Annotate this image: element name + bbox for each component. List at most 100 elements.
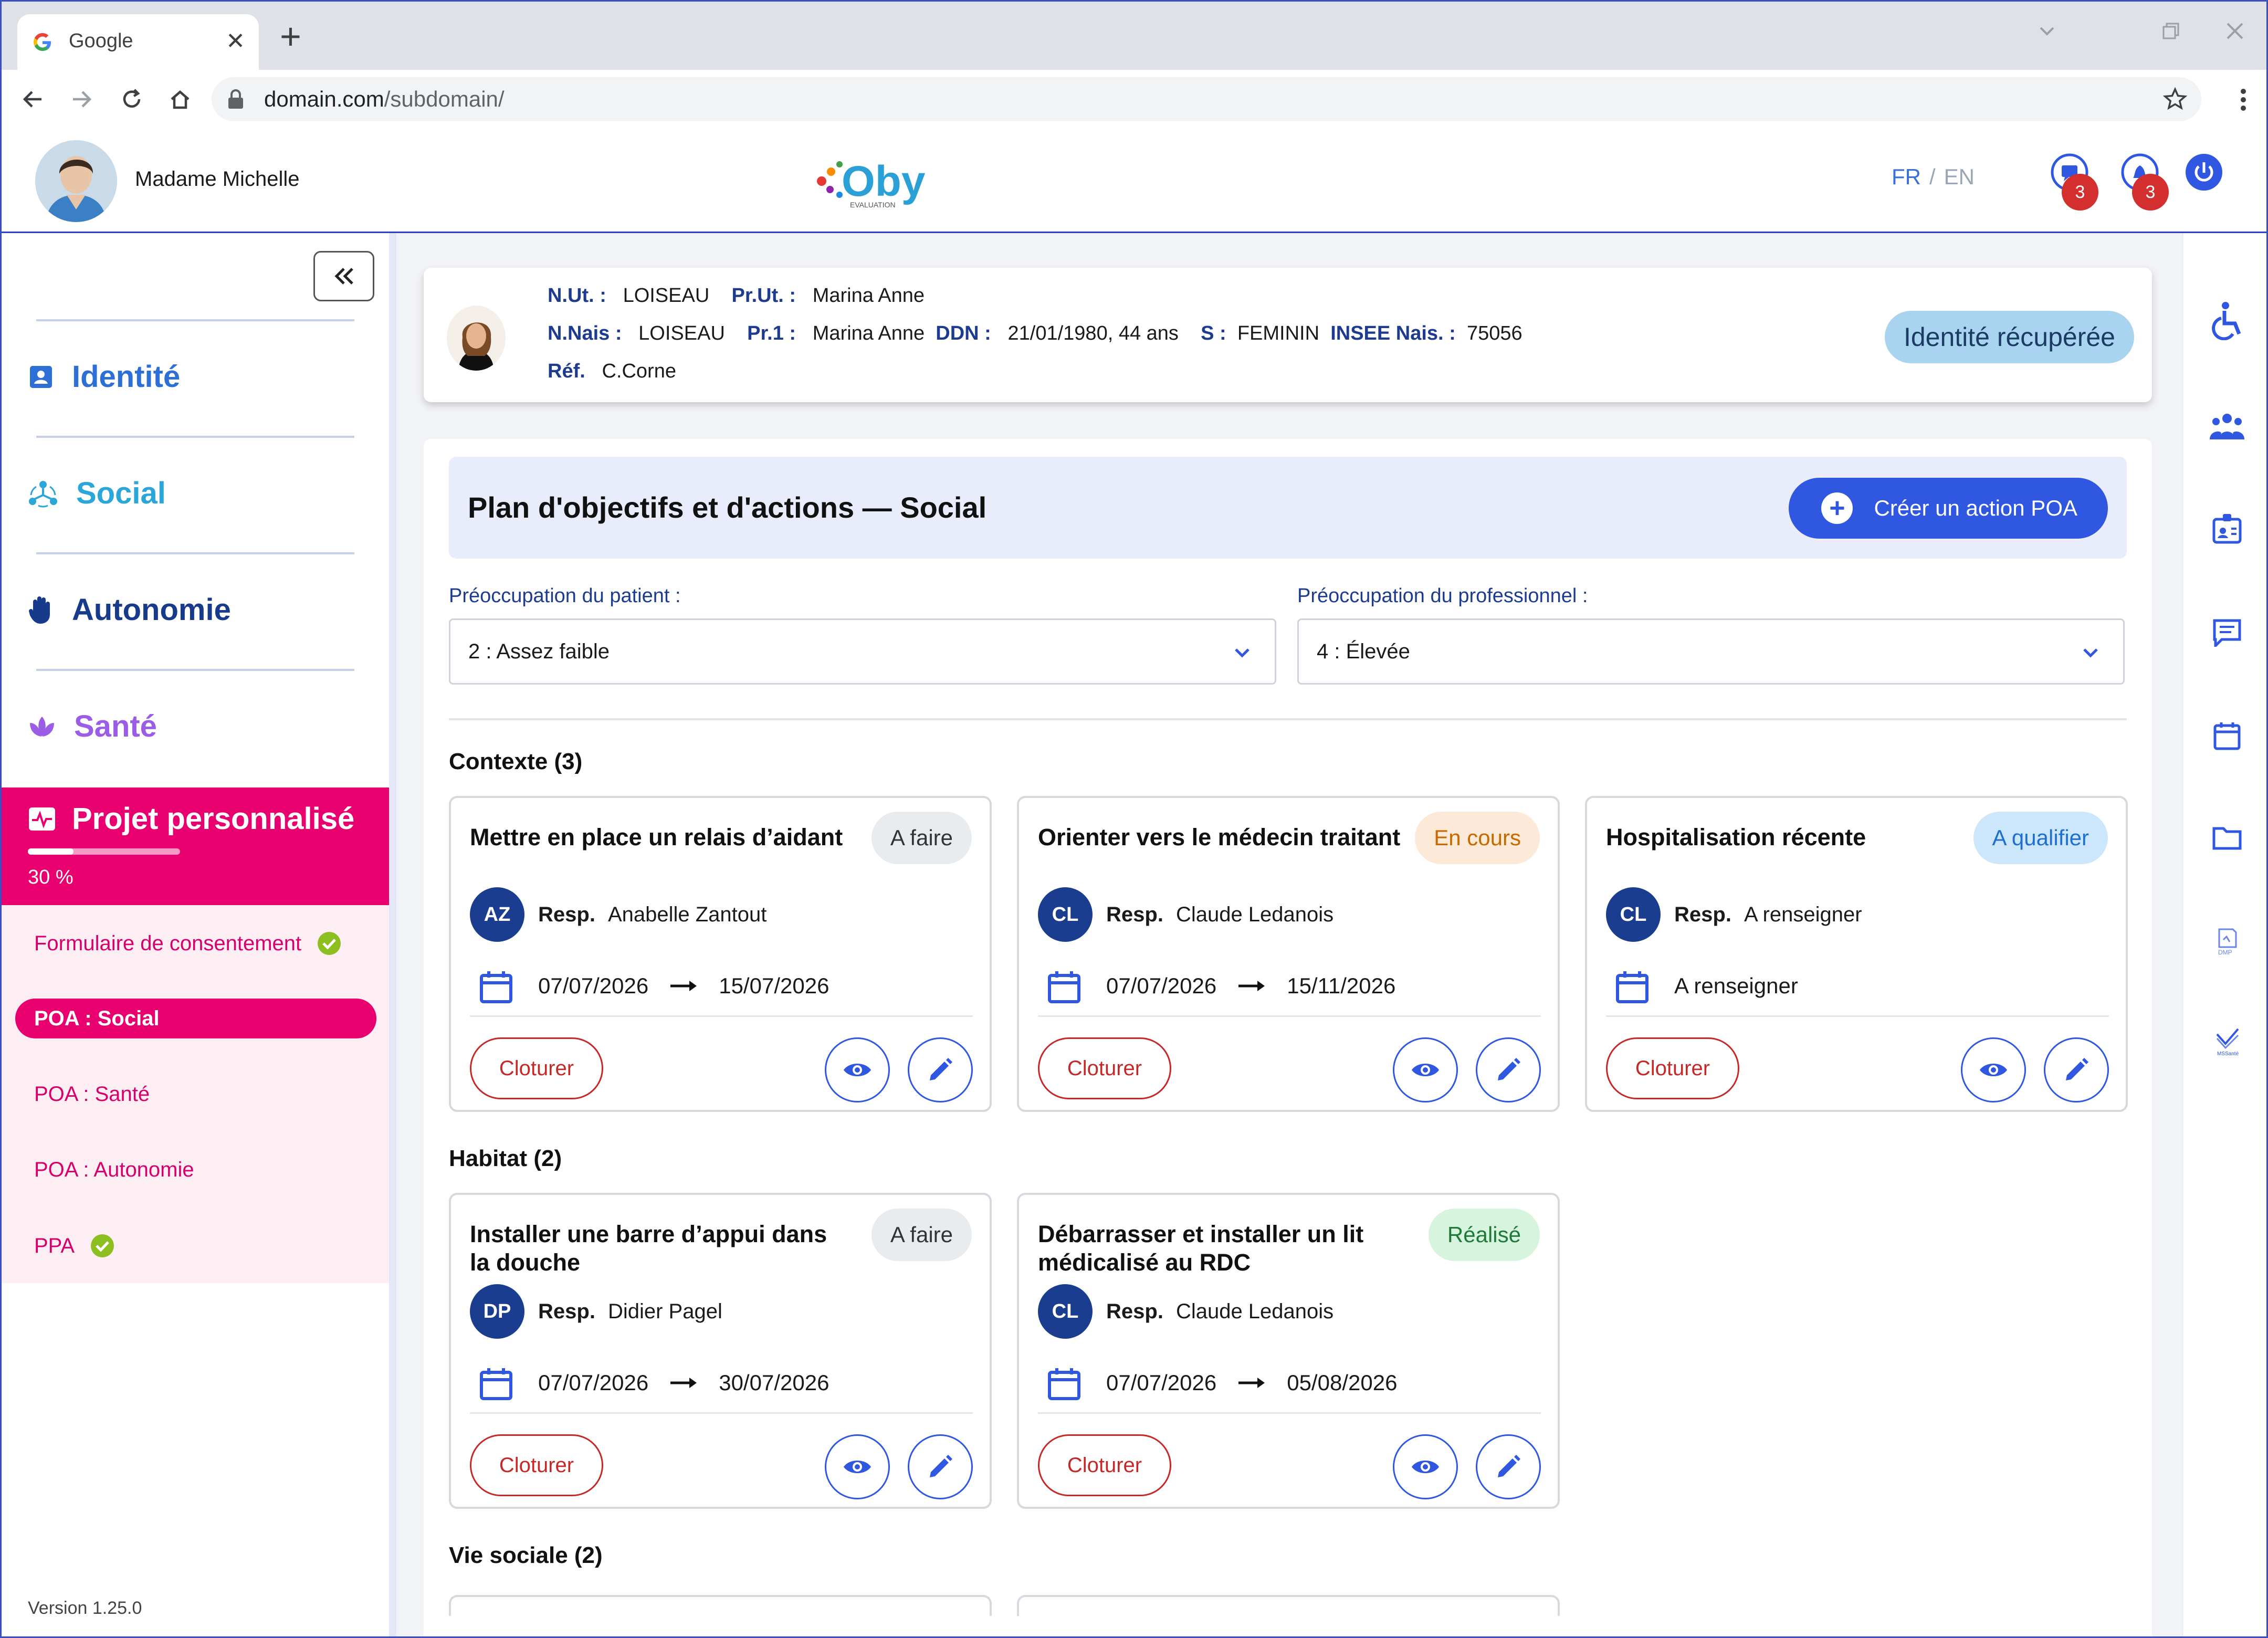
action-card[interactable]: Orienter vers le médecin traitant En cour… bbox=[1017, 796, 1560, 1112]
mssante-icon: MSSanté bbox=[2216, 1028, 2239, 1056]
subnav-item-poa-autonomie[interactable]: POA : Autonomie bbox=[34, 1158, 194, 1182]
edit-action-button[interactable] bbox=[1476, 1037, 1541, 1102]
browser-tab[interactable]: Google ✕ bbox=[17, 14, 259, 70]
view-action-button[interactable] bbox=[825, 1037, 890, 1102]
action-dates: 07/07/2026 05/08/2026 bbox=[1106, 1370, 1397, 1395]
patient-photo bbox=[447, 306, 506, 371]
social-network-icon bbox=[29, 480, 57, 507]
home-icon[interactable] bbox=[165, 85, 195, 114]
forward-icon[interactable] bbox=[67, 85, 96, 114]
edit-action-button[interactable] bbox=[908, 1434, 973, 1499]
tab-close-icon[interactable]: ✕ bbox=[226, 28, 245, 55]
sidebar-item-social[interactable]: Social bbox=[28, 476, 166, 511]
close-action-button[interactable]: Cloturer bbox=[470, 1434, 603, 1496]
logo-graphic: Oby EVALUATION bbox=[817, 158, 926, 209]
action-card[interactable]: Hospitalisation récente A qualifier CL Resp… bbox=[1585, 796, 2128, 1112]
pencil-icon bbox=[2066, 1058, 2088, 1080]
power-icon bbox=[2186, 154, 2222, 191]
create-poa-button[interactable]: + Créer un action POA bbox=[1789, 478, 2108, 539]
lotus-icon bbox=[30, 716, 54, 737]
rail-folder-button[interactable] bbox=[2208, 819, 2246, 858]
card-divider bbox=[1606, 1015, 2109, 1017]
rail-calendar-button[interactable] bbox=[2208, 716, 2246, 755]
lang-fr[interactable]: FR bbox=[1892, 164, 1921, 189]
sidebar-item-autonomie[interactable]: Autonomie bbox=[28, 592, 231, 627]
close-action-button[interactable]: Cloturer bbox=[1038, 1037, 1171, 1099]
omnibox[interactable]: domain.com/subdomain/ bbox=[212, 77, 2201, 121]
back-icon[interactable] bbox=[18, 85, 48, 114]
sidebar-item-projet-personnalise[interactable]: Projet personnalisé 30 % bbox=[2, 788, 389, 905]
subnav-item-poa-sante[interactable]: POA : Santé bbox=[34, 1083, 150, 1106]
google-icon bbox=[34, 33, 51, 51]
subnav-item-consentement[interactable]: Formulaire de consentement bbox=[34, 931, 341, 956]
eye-icon bbox=[1980, 1064, 2007, 1076]
language-switcher: FR / EN bbox=[1892, 164, 1975, 189]
action-card[interactable]: Installer une barre d’appui dans la douc… bbox=[449, 1193, 992, 1509]
close-window-icon[interactable] bbox=[2224, 20, 2245, 47]
projet-title: Projet personnalisé bbox=[28, 801, 354, 836]
lang-en[interactable]: EN bbox=[1944, 164, 1975, 189]
rail-medical-card-button[interactable] bbox=[2208, 509, 2246, 548]
close-action-button[interactable]: Cloturer bbox=[1038, 1434, 1171, 1496]
new-tab-icon[interactable]: + bbox=[280, 18, 301, 55]
reload-icon[interactable] bbox=[117, 85, 146, 114]
close-action-button[interactable]: Cloturer bbox=[470, 1037, 603, 1099]
id-card-icon bbox=[30, 365, 52, 388]
pro-concern-select[interactable]: 4 : Élevée bbox=[1297, 618, 2125, 685]
card-divider bbox=[470, 1412, 973, 1414]
edit-action-button[interactable] bbox=[2044, 1037, 2109, 1102]
view-action-button[interactable] bbox=[825, 1434, 890, 1499]
responsable-avatar: CL bbox=[1038, 1284, 1093, 1339]
rail-accessibility-button[interactable] bbox=[2208, 301, 2246, 340]
notifications-button[interactable]: 3 bbox=[2120, 153, 2169, 211]
tab-search-icon[interactable] bbox=[2036, 20, 2057, 47]
edit-action-button[interactable] bbox=[908, 1037, 973, 1102]
lock-icon bbox=[228, 89, 243, 109]
action-card[interactable]: Débarrasser et installer un lit médicali… bbox=[1017, 1193, 1560, 1509]
responsable-avatar: CL bbox=[1038, 887, 1093, 942]
view-action-button[interactable] bbox=[1393, 1434, 1458, 1499]
sidebar-item-label: Identité bbox=[72, 360, 181, 394]
oby-logo[interactable]: Oby EVALUATION bbox=[810, 149, 926, 214]
action-title: Hospitalisation récente bbox=[1606, 824, 1866, 850]
view-action-button[interactable] bbox=[1393, 1037, 1458, 1102]
sidebar-item-identite[interactable]: Identité bbox=[28, 359, 180, 394]
sidebar-divider bbox=[36, 319, 354, 321]
rail-dmp-button[interactable]: DMP bbox=[2208, 922, 2246, 961]
eye-icon bbox=[1412, 1461, 1439, 1473]
action-card[interactable]: Mettre en place un relais d’aidant A fair… bbox=[449, 796, 992, 1112]
rail-family-button[interactable] bbox=[2208, 406, 2246, 445]
subnav-item-ppa[interactable]: PPA bbox=[34, 1234, 114, 1258]
chevron-down-icon bbox=[2083, 648, 2098, 658]
edit-action-button[interactable] bbox=[1476, 1434, 1541, 1499]
restore-window-icon[interactable] bbox=[2160, 20, 2181, 47]
hand-icon bbox=[29, 596, 50, 624]
rail-mssante-button[interactable]: MSSanté bbox=[2208, 1022, 2246, 1060]
right-rail: DMP MSSanté bbox=[2181, 233, 2266, 1636]
sidebar-item-sante[interactable]: Santé bbox=[28, 709, 157, 744]
close-action-button[interactable]: Cloturer bbox=[1606, 1037, 1739, 1099]
identity-row-1: N.Ut. : LOISEAU Pr.Ut. : Marina Anne bbox=[548, 285, 925, 307]
messages-badge: 3 bbox=[2062, 174, 2098, 211]
group-title-contexte: Contexte (3) bbox=[449, 749, 583, 774]
messages-button[interactable]: 3 bbox=[2050, 153, 2098, 211]
projet-subnav: Formulaire de consentement POA : Santé P… bbox=[2, 905, 389, 1283]
responsable-avatar: DP bbox=[470, 1284, 524, 1339]
view-action-button[interactable] bbox=[1961, 1037, 2026, 1102]
sidebar-divider bbox=[36, 552, 354, 554]
eye-icon bbox=[1412, 1064, 1439, 1076]
browser-menu-icon[interactable] bbox=[2239, 88, 2248, 112]
logout-button[interactable] bbox=[2185, 153, 2223, 192]
patient-concern-select[interactable]: 2 : Assez faible bbox=[449, 618, 1276, 685]
responsable: Resp. Anabelle Zantout bbox=[538, 903, 767, 926]
rail-notes-button[interactable] bbox=[2208, 613, 2246, 652]
calendar-icon bbox=[1616, 971, 1648, 1003]
sidebar: Identité Social Autonomie Santé Projet p… bbox=[2, 233, 396, 1636]
chevron-down-icon bbox=[1235, 648, 1250, 658]
status-badge: A faire bbox=[871, 1209, 972, 1261]
subnav-item-poa-social[interactable]: POA : Social bbox=[15, 999, 376, 1038]
collapse-sidebar-button[interactable] bbox=[313, 251, 374, 301]
bookmark-star-icon[interactable] bbox=[2162, 87, 2188, 112]
pencil-icon bbox=[1498, 1455, 1520, 1477]
user-avatar[interactable] bbox=[35, 140, 117, 222]
